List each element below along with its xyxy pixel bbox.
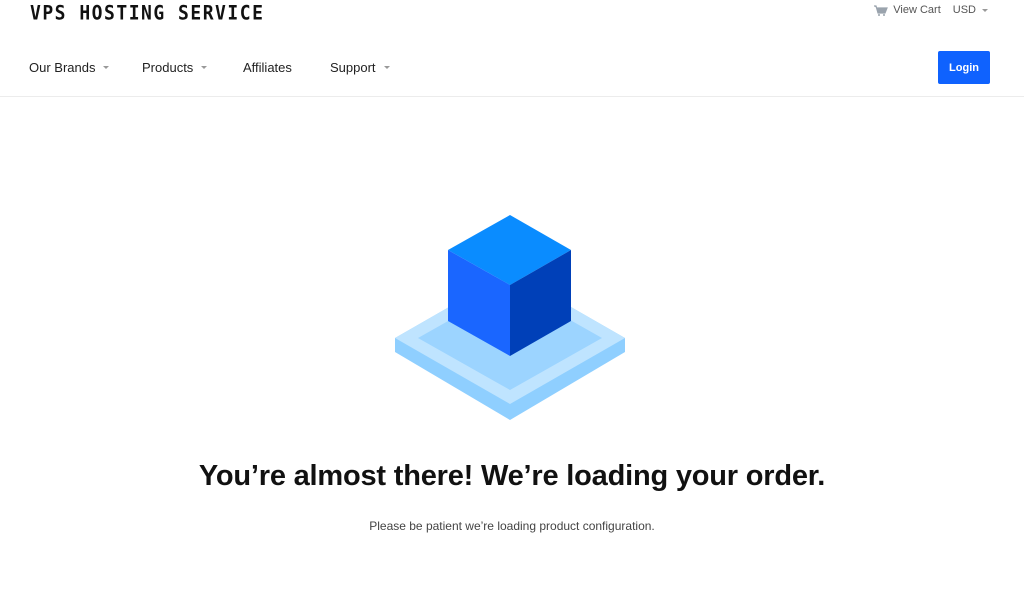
page-headline: You’re almost there! We’re loading your … [198, 460, 826, 492]
main-nav: Our Brands Products Affiliates Support L… [0, 40, 1024, 97]
login-button[interactable]: Login [938, 51, 990, 84]
nav-item-support[interactable]: Support [330, 60, 390, 75]
nav-item-products[interactable]: Products [142, 60, 208, 75]
top-utility-bar: View Cart USD [873, 4, 988, 16]
nav-item-affiliates[interactable]: Affiliates [243, 60, 292, 75]
currency-selector[interactable]: USD [953, 4, 988, 16]
cart-icon [874, 5, 889, 16]
chevron-down-icon [383, 66, 390, 69]
chevron-down-icon [103, 66, 110, 69]
nav-item-label: Affiliates [243, 60, 292, 75]
nav-item-label: Support [330, 60, 376, 75]
page-subtext: Please be patient we’re loading product … [369, 519, 655, 533]
chevron-down-icon [201, 66, 208, 69]
nav-item-our-brands[interactable]: Our Brands [29, 60, 110, 75]
site-logo[interactable]: VPS HOSTING SERVICE [30, 2, 264, 25]
view-cart-label: View Cart [893, 4, 941, 16]
loading-cube-illustration [395, 215, 625, 420]
chevron-down-icon [982, 8, 988, 12]
currency-label: USD [952, 4, 976, 16]
nav-item-label: Products [142, 60, 194, 75]
nav-item-label: Our Brands [29, 60, 96, 75]
view-cart-link[interactable]: View Cart [873, 4, 941, 16]
